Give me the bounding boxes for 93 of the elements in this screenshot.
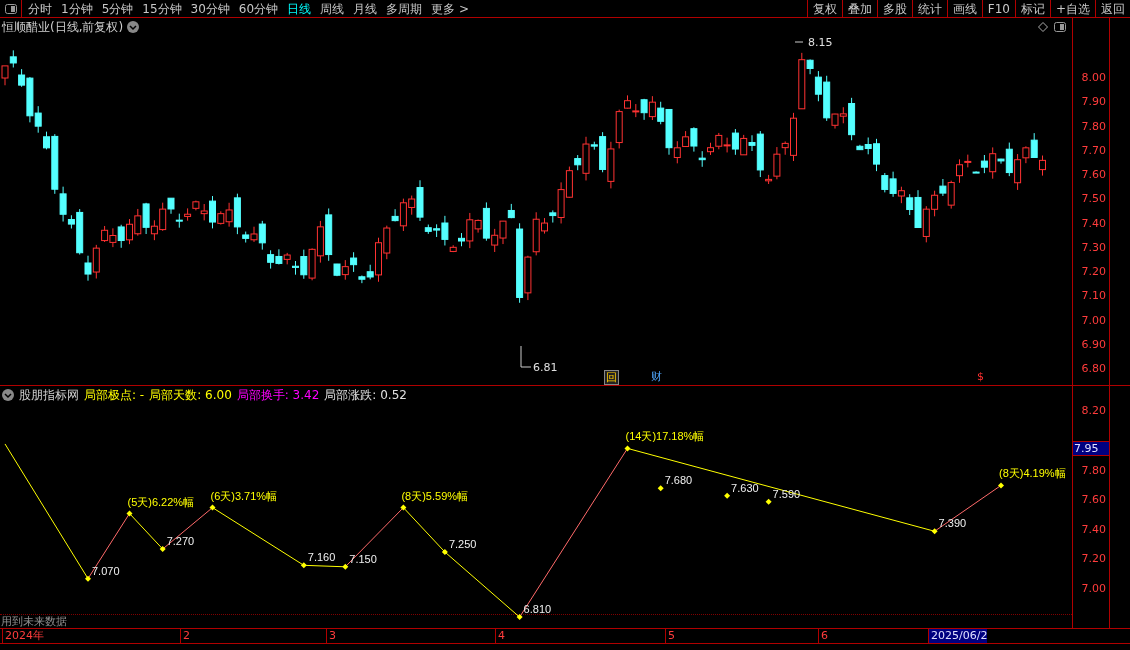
price-axis-label: 7.80: [1081, 464, 1106, 476]
high-price-label: 8.15: [808, 36, 833, 49]
price-axis-label: 7.80: [1081, 120, 1106, 132]
data-point: [300, 562, 307, 569]
data-point: [342, 563, 349, 570]
price-axis-label: 7.50: [1081, 193, 1106, 205]
data-point: [624, 445, 631, 452]
chart-marker[interactable]: 回: [604, 370, 619, 385]
more-button[interactable]: 更多 >: [431, 2, 469, 15]
period-tab[interactable]: 日线: [287, 2, 312, 15]
panel-toggle-icon[interactable]: [1054, 22, 1066, 32]
swing-label: (6天)3.71%幅: [210, 489, 278, 502]
price-label: 7.160: [307, 551, 336, 564]
toolbar-button[interactable]: 多股: [876, 0, 912, 17]
period-tab[interactable]: 60分钟: [238, 2, 279, 15]
price-axis-label: 7.30: [1081, 241, 1106, 253]
toolbar-button[interactable]: +自选: [1049, 0, 1095, 17]
data-point: [765, 498, 772, 505]
high-leader-line: [794, 41, 804, 43]
price-axis-label: 8.20: [1081, 405, 1106, 417]
price-axis-label: 7.40: [1081, 217, 1106, 229]
price-axis-label: 7.60: [1081, 169, 1106, 180]
chart-marker[interactable]: $: [977, 370, 984, 383]
toolbar-button[interactable]: F10: [981, 0, 1015, 17]
period-tab[interactable]: 30分钟: [190, 2, 230, 15]
chart-marker[interactable]: 财: [651, 370, 662, 383]
dropdown-icon[interactable]: [127, 21, 140, 33]
date-axis-label: 3: [326, 629, 336, 643]
panel-toggle-icon[interactable]: [4, 3, 17, 14]
date-axis-label: 4: [495, 629, 505, 643]
data-point: [159, 546, 166, 553]
data-point: [516, 614, 523, 621]
toolbar-button[interactable]: 叠加: [841, 0, 877, 17]
low-price-label: 6.81: [533, 361, 558, 374]
dropdown-icon[interactable]: [2, 389, 14, 401]
price-axis-label: 7.00: [1081, 314, 1106, 326]
swing-label: (14天)17.18%幅: [625, 430, 705, 443]
price-axis-label: 7.00: [1081, 583, 1106, 594]
price-axis-label: 7.10: [1081, 290, 1106, 302]
period-tab[interactable]: 5分钟: [101, 2, 134, 15]
period-tab[interactable]: 周线: [320, 2, 345, 15]
price-label: 6.810: [523, 603, 552, 616]
toolbar-button[interactable]: 复权: [806, 0, 842, 17]
data-point: [126, 510, 133, 517]
period-tab[interactable]: 多周期: [386, 2, 423, 15]
indicator-readout: 局部涨跌: 0.52: [324, 387, 407, 404]
toolbar-button[interactable]: 标记: [1014, 0, 1050, 17]
chart-title: 恒顺醋业(日线,前复权): [2, 19, 124, 36]
period-tab[interactable]: 1分钟: [61, 2, 93, 15]
note-text: 用到未来数据: [1, 616, 67, 627]
diamond-icon[interactable]: [1038, 22, 1048, 32]
toolbar-button[interactable]: 画线: [946, 0, 982, 17]
price-axis-label: 6.80: [1081, 363, 1106, 374]
date-axis-label: 2: [180, 629, 190, 643]
date-axis-label: 5: [665, 629, 675, 643]
indicator-readout: 局部天数: 6.00: [149, 387, 232, 404]
price-label: 7.070: [92, 564, 120, 577]
data-point: [85, 575, 91, 582]
data-point: [931, 528, 938, 535]
period-tab[interactable]: 分时: [28, 2, 52, 15]
data-point: [657, 485, 664, 492]
swing-label: (8天)4.19%幅: [999, 467, 1066, 480]
indicator-readout: 局部换手: 3.42: [236, 387, 320, 404]
current-price-label: 7.95: [1073, 441, 1109, 457]
indicator-name: 股朋指标网: [19, 387, 79, 404]
price-axis-label: 7.60: [1081, 494, 1106, 506]
price-label: 7.680: [664, 474, 693, 487]
period-tab[interactable]: 月线: [353, 2, 378, 15]
data-point: [724, 492, 731, 499]
swing-label: (8天)5.59%幅: [401, 489, 469, 502]
price-label: 7.590: [772, 487, 801, 500]
price-axis-label: 8.00: [1081, 72, 1106, 83]
price-axis-label: 7.70: [1081, 144, 1106, 156]
indicator-readout: 局部极点: -: [84, 387, 145, 404]
data-point: [209, 504, 216, 511]
period-tab[interactable]: 15分钟: [142, 2, 182, 15]
date-axis-label: 6: [818, 629, 828, 643]
price-axis-label: 7.20: [1081, 266, 1106, 277]
price-label: 7.250: [448, 538, 477, 550]
swing-label: (5天)6.22%幅: [127, 495, 195, 508]
price-label: 7.630: [731, 481, 759, 494]
price-axis-label: 7.90: [1081, 96, 1106, 108]
low-leader-line: [520, 345, 532, 368]
price-axis-label: 6.90: [1081, 338, 1106, 350]
toolbar-button[interactable]: 返回: [1095, 0, 1130, 17]
price-axis-label: 7.20: [1081, 553, 1106, 565]
date-axis-label: 2024年: [2, 629, 44, 643]
data-point: [998, 482, 1004, 489]
price-axis-label: 7.40: [1081, 523, 1106, 535]
date-axis-label: 2025/06/2: [928, 629, 988, 643]
data-point: [441, 549, 448, 555]
toolbar-button[interactable]: 统计: [911, 0, 947, 17]
data-point: [400, 504, 407, 511]
